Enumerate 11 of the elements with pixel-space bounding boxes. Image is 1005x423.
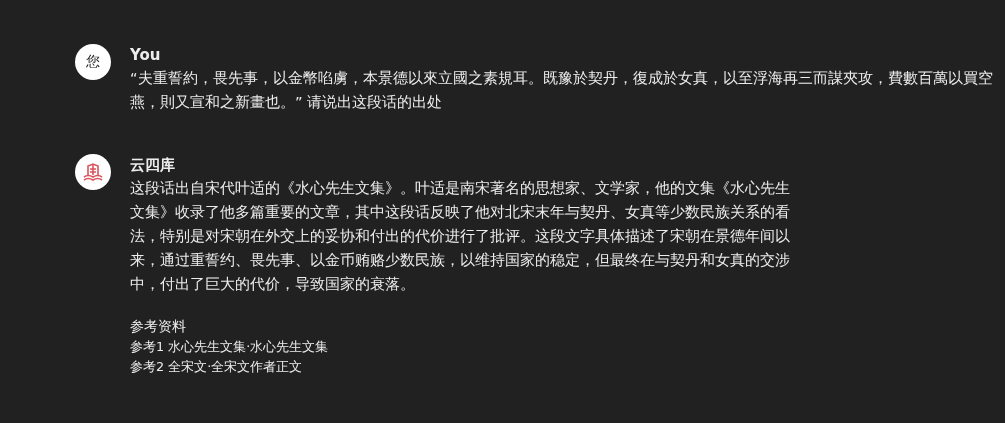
reference-link[interactable]: 水心先生文集·水心先生文集 — [168, 337, 329, 357]
reference-label: 参考2 — [130, 358, 165, 376]
user-avatar: 您 — [75, 44, 111, 80]
author-name: You — [130, 45, 162, 66]
message-text: “夫重誓約，畏先事，以金幣啗虜，本景德以來立國之素規耳。既豫於契丹，復成於女真，以至浮海再三而謀夾攻，費數百萬以買空燕，則又宣和之新畫也。” 请说出这段话的出处 — [130, 68, 994, 112]
message-text: 这段话出自宋代叶适的《水心先生文集》。叶适是南宋著名的思想家、文学家，他的文集《水心先生文集》收录了他多篇重要的文章，其中这段话反映了他对北宋末年与契丹、女真等少数民族关系的看法，特别是对宋朝在外交上的妥协和付出的代价进行了批评。这段文字具体描述了宋朝在景德年间以来，通过重誓约、畏先事、以金币贿赂少数民族，以维持国家的稳定，但最终在与契丹和女真的交涉中，付出了巨大的代价，导致国家的衰落。 — [130, 178, 791, 294]
reference-label: 参考1 — [130, 338, 165, 356]
author-name: 云四库 — [130, 155, 176, 176]
bot-avatar — [75, 154, 111, 190]
reference-link[interactable]: 全宋文·全宋文作者正文 — [168, 357, 303, 377]
references-heading: 参考资料 — [130, 317, 187, 336]
